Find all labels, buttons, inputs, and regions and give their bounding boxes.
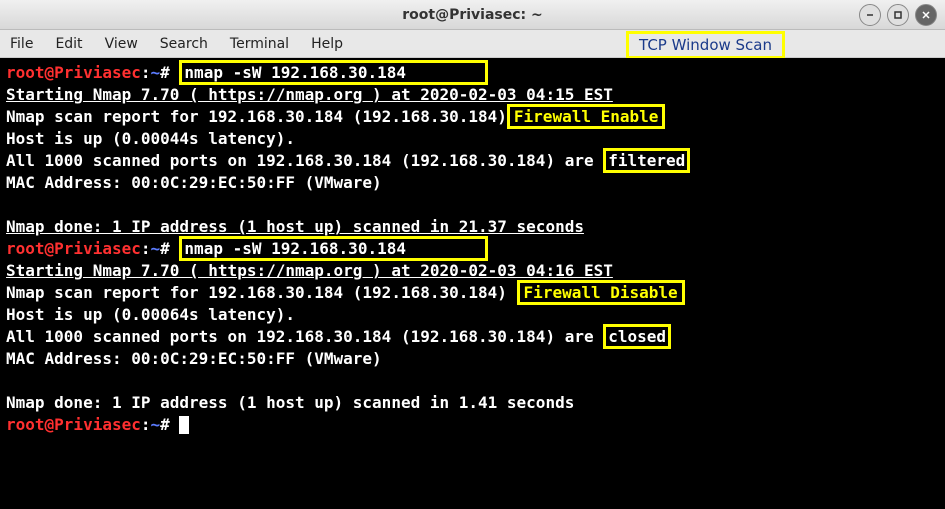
menu-help[interactable]: Help — [311, 36, 343, 52]
menu-file[interactable]: File — [10, 36, 33, 52]
output-report-2-pre: Nmap scan report for 192.168.30.184 (192… — [6, 283, 517, 302]
command-1: nmap -sW 192.168.30.184 — [184, 63, 406, 82]
output-done-1: Nmap done: 1 IP address (1 host up) scan… — [6, 217, 584, 236]
menu-edit[interactable]: Edit — [55, 36, 82, 52]
annotation-closed: closed — [603, 324, 671, 349]
prompt-colon: : — [141, 63, 151, 82]
prompt-path: ~ — [151, 63, 161, 82]
annotation-filtered: filtered — [603, 148, 690, 173]
prompt-user-host-3: root@Priviasec — [6, 415, 141, 434]
command-2-box: nmap -sW 192.168.30.184 — [179, 236, 488, 261]
annotation-scan-type: TCP Window Scan — [626, 31, 785, 59]
prompt-user-host: root@Priviasec — [6, 63, 141, 82]
cursor — [179, 416, 189, 434]
menu-view[interactable]: View — [105, 36, 138, 52]
output-done-2: Nmap done: 1 IP address (1 host up) scan… — [6, 393, 574, 412]
annotation-firewall-disable: Firewall Disable — [517, 280, 685, 305]
menu-terminal[interactable]: Terminal — [230, 36, 289, 52]
window-title: root@Priviasec: ~ — [402, 7, 543, 23]
prompt-user-host-2: root@Priviasec — [6, 239, 141, 258]
prompt-path-3: ~ — [151, 415, 161, 434]
maximize-button[interactable] — [887, 4, 909, 26]
output-starting-1: Starting Nmap 7.70 ( https://nmap.org ) … — [6, 85, 613, 104]
prompt-hash-3: # — [160, 415, 170, 434]
prompt-hash: # — [160, 63, 170, 82]
output-report-1: Nmap scan report for 192.168.30.184 (192… — [6, 107, 507, 126]
output-mac-2: MAC Address: 00:0C:29:EC:50:FF (VMware) — [6, 349, 382, 368]
output-starting-2: Starting Nmap 7.70 ( https://nmap.org ) … — [6, 261, 613, 280]
minimize-button[interactable] — [859, 4, 881, 26]
command-1-box: nmap -sW 192.168.30.184 — [179, 60, 488, 85]
output-host-2: Host is up (0.00064s latency). — [6, 305, 295, 324]
output-mac-1: MAC Address: 00:0C:29:EC:50:FF (VMware) — [6, 173, 382, 192]
prompt-path-2: ~ — [151, 239, 161, 258]
prompt-colon-3: : — [141, 415, 151, 434]
prompt-colon-2: : — [141, 239, 151, 258]
output-ports-2-pre: All 1000 scanned ports on 192.168.30.184… — [6, 327, 603, 346]
window-controls — [859, 4, 937, 26]
output-host-1: Host is up (0.00044s latency). — [6, 129, 295, 148]
output-ports-1-pre: All 1000 scanned ports on 192.168.30.184… — [6, 151, 603, 170]
command-2: nmap -sW 192.168.30.184 — [184, 239, 406, 258]
menubar: File Edit View Search Terminal Help TCP … — [0, 30, 945, 58]
close-button[interactable] — [915, 4, 937, 26]
prompt-hash-2: # — [160, 239, 170, 258]
annotation-firewall-enable: Firewall Enable — [507, 104, 666, 129]
menu-search[interactable]: Search — [160, 36, 208, 52]
titlebar: root@Priviasec: ~ — [0, 0, 945, 30]
terminal-body[interactable]: root@Priviasec:~# nmap -sW 192.168.30.18… — [0, 58, 945, 509]
